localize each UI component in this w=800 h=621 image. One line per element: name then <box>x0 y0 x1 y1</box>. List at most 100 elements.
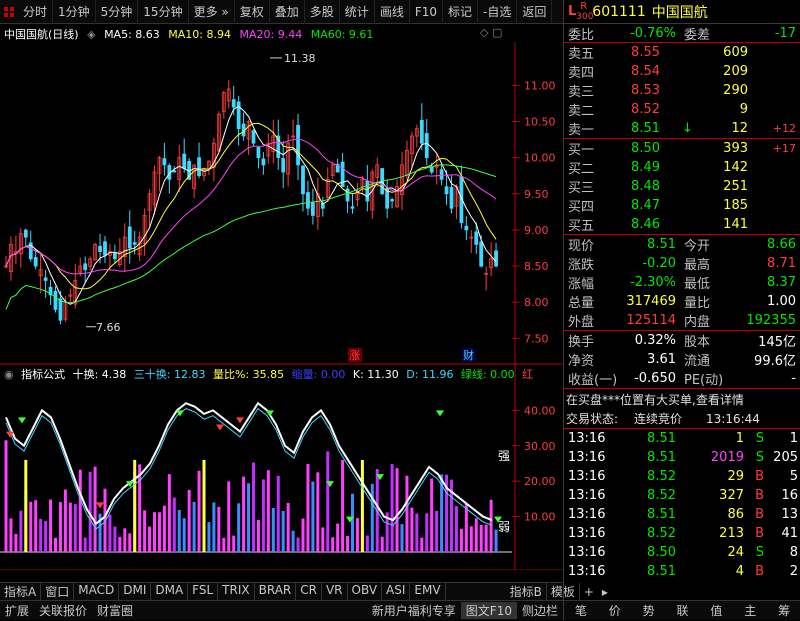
quote-tab-3[interactable]: 联 <box>666 601 700 620</box>
label-ruo: 弱 <box>498 520 510 534</box>
indicator-bar <box>301 518 305 552</box>
expand-button[interactable]: 扩展 <box>0 602 34 619</box>
level-price: 8.53 <box>631 83 660 98</box>
candle-body <box>103 241 107 256</box>
toolbar-5min-button[interactable]: 5分钟 <box>96 0 139 24</box>
indicator-tab-6[interactable]: TRIX <box>218 583 255 600</box>
ask-row[interactable]: 卖三 8.53 290 <box>564 81 800 100</box>
kline-chart-area[interactable]: 11.00 10.50 10.00 9.50 9.00 8.50 8.00 7.50 11.38… <box>0 24 563 570</box>
quote-tab-4[interactable]: 值 <box>699 601 733 620</box>
toolbar-diejia-button[interactable]: 叠加 <box>270 0 305 24</box>
candle-body <box>439 169 444 180</box>
quote-tab-2[interactable]: 势 <box>632 601 666 620</box>
indicator-bar <box>351 493 354 552</box>
stat-value: 8.66 <box>767 237 796 252</box>
toolbar-fuquan-button[interactable]: 复权 <box>235 0 270 24</box>
candle-body <box>162 158 167 166</box>
indicator-bar <box>187 489 191 552</box>
indicator-tab-9[interactable]: VR <box>322 583 348 600</box>
indicator-tab-5[interactable]: FSL <box>188 583 219 600</box>
ask-row[interactable]: 卖一 8.51 12 +12 ↓ <box>564 119 800 138</box>
tick-count: 2 <box>789 564 798 579</box>
indicator-tab-8[interactable]: CR <box>296 583 322 600</box>
tick-price: 8.51 <box>647 507 676 522</box>
toolbar-fenshi-button[interactable]: 分时 <box>18 0 54 24</box>
toolbar-biaoji-button[interactable]: 标记 <box>443 0 479 24</box>
cai-marker: 财 <box>463 348 474 362</box>
chart-corner-icons[interactable]: ◇ ▢ <box>480 26 502 39</box>
menu-grid-icon[interactable] <box>0 0 18 24</box>
candle-body <box>479 241 484 267</box>
indicator-tab-7[interactable]: BRAR <box>255 583 297 600</box>
signal-arrow-icon <box>236 417 244 424</box>
ask-row[interactable]: 卖四 8.54 209 <box>564 62 800 81</box>
indicator-bar <box>266 470 270 552</box>
bid-row[interactable]: 买四 8.47 185 <box>564 196 800 215</box>
price-tick-label: 9.50 <box>524 188 549 201</box>
quote-tab-6[interactable]: 筹 <box>767 601 800 620</box>
level-price: 8.46 <box>631 217 660 232</box>
quote-tab-5[interactable]: 主 <box>733 601 767 620</box>
wealth-circle-button[interactable]: 财富圈 <box>92 602 138 619</box>
indicator-tab-0[interactable]: 指标A <box>0 583 42 600</box>
indicator-bar <box>474 518 478 552</box>
level-volume: 9 <box>739 102 748 117</box>
notice-text[interactable]: 在买盘***位置有大买单,查看详情 <box>566 391 744 408</box>
ma20-line <box>5 138 497 275</box>
toolbar-zixuan-button[interactable]: -自选 <box>478 0 518 24</box>
stat-value: -0.650 <box>634 371 676 386</box>
toolbar-duogu-button[interactable]: 多股 <box>305 0 340 24</box>
quote-tab-0[interactable]: 笔 <box>564 601 598 620</box>
stat-row: 总量 317469 量比 1.00 <box>564 292 800 311</box>
toolbar-1min-button[interactable]: 1分钟 <box>53 0 96 24</box>
tick-price: 8.52 <box>647 488 676 503</box>
toolbar-tongji-button[interactable]: 统计 <box>340 0 375 24</box>
toolbar-fanhui-button[interactable]: 返回 <box>517 0 553 24</box>
tick-count: 13 <box>781 507 798 522</box>
stat-label: 现价 <box>568 239 595 254</box>
indicator-tab-12[interactable]: EMV <box>410 583 446 600</box>
high-label: 11.38 <box>284 52 316 65</box>
stat-value: -0.20 <box>642 256 676 271</box>
ask-row[interactable]: 卖五 8.55 609 <box>564 43 800 62</box>
ask-row[interactable]: 卖二 8.52 9 <box>564 100 800 119</box>
sidebar-button[interactable]: 侧边栏 <box>517 602 563 619</box>
indicator-tab-3[interactable]: DMI <box>119 583 152 600</box>
kline-canvas[interactable]: 11.00 10.50 10.00 9.50 9.00 8.50 8.00 7.50 11.38… <box>0 24 563 570</box>
indicator-bar <box>425 513 429 552</box>
bid-row[interactable]: 买二 8.49 142 <box>564 158 800 177</box>
bid-row[interactable]: 买五 8.46 141 <box>564 215 800 234</box>
bid-row[interactable]: 买三 8.48 251 <box>564 177 800 196</box>
indicator-tab-4[interactable]: DMA <box>151 583 189 600</box>
tick-count: 205 <box>773 450 798 465</box>
indicator-bar <box>118 536 122 552</box>
indicator-tab-2[interactable]: MACD <box>74 583 120 600</box>
toolbar-more-button[interactable]: 更多 » <box>189 0 235 24</box>
bid-row[interactable]: 买一 8.50 393 +17 <box>564 139 800 158</box>
f10-button[interactable]: 图文F10 <box>460 602 517 619</box>
indicator-tab-11[interactable]: ASI <box>382 583 411 600</box>
candle-body <box>419 119 424 144</box>
toolbar-15min-button[interactable]: 15分钟 <box>138 0 189 24</box>
stat-value: 0.32% <box>634 333 676 348</box>
indicator-tab-10[interactable]: OBV <box>348 583 383 600</box>
indicator-bar <box>157 512 161 552</box>
toolbar-f10-button[interactable]: F10 <box>410 0 443 24</box>
toolbar-huaxian-button[interactable]: 画线 <box>375 0 410 24</box>
low-label: 7.66 <box>96 321 121 334</box>
tick-price: 8.52 <box>647 526 676 541</box>
indicator-tab-13[interactable]: 指标B <box>506 583 547 600</box>
candle-body <box>33 257 38 267</box>
indicator-bar <box>420 537 424 552</box>
indicator-bar <box>321 527 325 552</box>
notice-row[interactable]: 在买盘***位置有大买单,查看详情 <box>564 389 800 409</box>
new-user-benefit-link[interactable]: 新用户福利专享 <box>367 602 461 619</box>
level-label: 买五 <box>568 219 595 234</box>
ma10-label: MA10: 8.94 <box>168 28 231 41</box>
related-quote-button[interactable]: 关联报价 <box>34 602 92 619</box>
indicator-toggle-icon[interactable]: ◉ <box>4 368 14 381</box>
settings-icon[interactable]: ◈ <box>87 28 95 41</box>
indicator-liangbi: 量比%: 35.85 <box>213 368 285 381</box>
indicator-tab-1[interactable]: 窗口 <box>41 583 75 600</box>
quote-tab-1[interactable]: 价 <box>598 601 632 620</box>
